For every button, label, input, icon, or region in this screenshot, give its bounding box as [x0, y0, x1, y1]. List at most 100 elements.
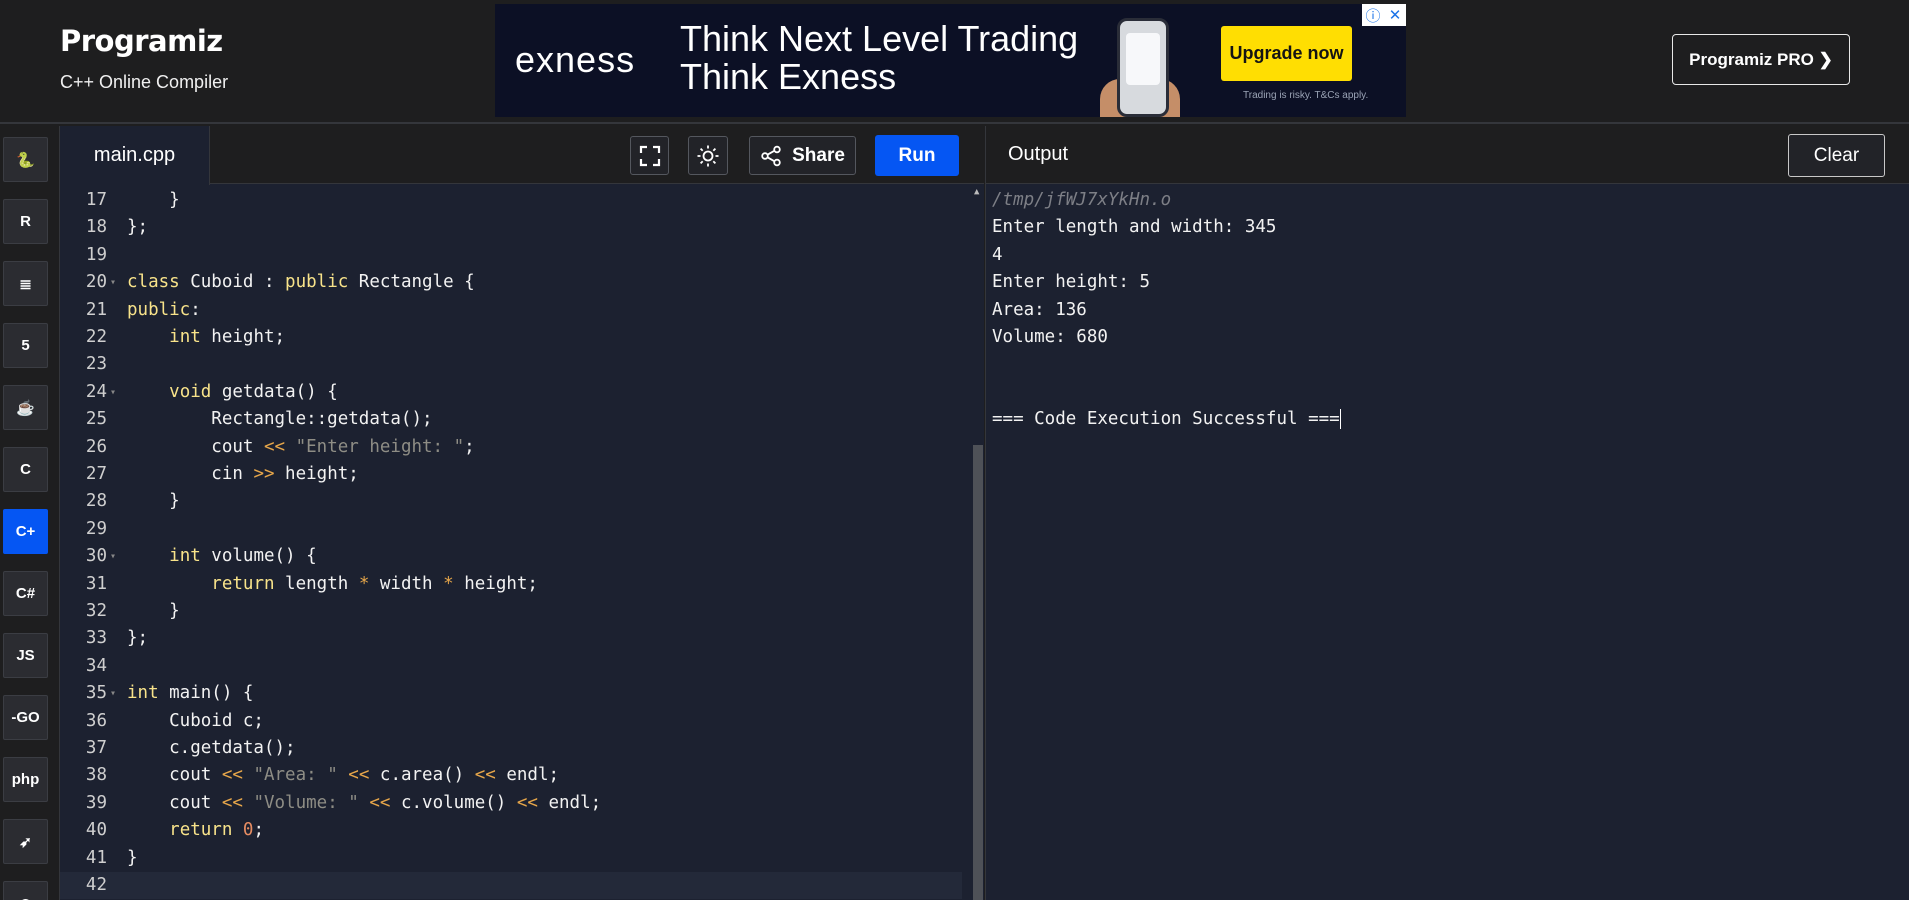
code-line[interactable]: 36 Cuboid c;: [60, 708, 960, 735]
fullscreen-button[interactable]: [630, 136, 669, 175]
code-text: }: [127, 190, 180, 210]
code-line[interactable]: 37 c.getdata();: [60, 735, 960, 762]
code-line[interactable]: 19: [60, 242, 960, 269]
scroll-up-arrow-icon[interactable]: ▲: [974, 187, 979, 197]
language-go-button[interactable]: -GO: [3, 695, 48, 740]
code-line[interactable]: 32 }: [60, 598, 960, 625]
output-line: Volume: 680: [992, 327, 1108, 347]
code-text: cout << "Enter height: ";: [127, 436, 475, 457]
code-line[interactable]: 29: [60, 516, 960, 543]
code-line[interactable]: 40 return 0;: [60, 817, 960, 844]
output-binary-path: /tmp/jfWJ7xYkHn.o: [992, 190, 1172, 210]
share-icon: [761, 145, 781, 166]
line-number: 30: [85, 546, 107, 567]
code-text: }: [127, 491, 180, 512]
code-area[interactable]: ▲ 17 } 18}; 19 20 ▾ class Cuboid : public Rec…: [60, 185, 984, 900]
code-line[interactable]: 31 return length * width * height;: [60, 571, 960, 598]
code-line[interactable]: 23: [60, 351, 960, 378]
line-number: 24: [85, 381, 107, 402]
language-csharp-button[interactable]: C#: [3, 571, 48, 616]
ad-headline-1: Think Next Level Trading: [680, 18, 1079, 59]
fold-toggle-icon[interactable]: ▾: [110, 379, 116, 406]
language-c-button[interactable]: C: [3, 447, 48, 492]
code-line[interactable]: 38 cout << "Area: " << c.area() << endl;: [60, 762, 960, 789]
code-text: int height;: [169, 327, 286, 347]
java-icon: ☕: [16, 399, 35, 417]
language-php-button[interactable]: php: [3, 757, 48, 802]
line-number: 33: [85, 628, 107, 649]
code-line[interactable]: 35 ▾ int main() {: [60, 680, 960, 707]
fullscreen-icon: [639, 145, 660, 166]
line-number: 26: [85, 436, 107, 457]
output-line: === Code Execution Successful ===: [992, 409, 1341, 430]
csharp-icon: C#: [15, 585, 36, 602]
share-button[interactable]: Share: [749, 136, 856, 175]
code-text: };: [127, 217, 149, 238]
ad-info-icon[interactable]: ⓘ: [1362, 4, 1384, 26]
code-line[interactable]: 33};: [60, 625, 960, 652]
line-number: 27: [85, 464, 107, 484]
language-java-button[interactable]: ☕: [3, 385, 48, 430]
code-text: class Cuboid : public Rectangle {: [127, 272, 475, 293]
advertisement-banner[interactable]: exness Think Next Level Trading Think Ex…: [495, 4, 1406, 117]
fold-toggle-icon[interactable]: ▾: [110, 269, 116, 296]
output-title: Output: [1008, 143, 1069, 165]
code-line[interactable]: 26 cout << "Enter height: ";: [60, 434, 960, 461]
fold-toggle-icon[interactable]: ▾: [110, 680, 116, 707]
language-sql-button[interactable]: ≣: [3, 261, 48, 306]
output-line: Enter length and width: 345: [992, 217, 1277, 238]
code-line[interactable]: 28 }: [60, 488, 960, 515]
code-line[interactable]: 39 cout << "Volume: " << c.volume() << e…: [60, 790, 960, 817]
cpp-icon: C+: [15, 523, 36, 540]
line-number: 35: [85, 683, 107, 704]
theme-toggle-button[interactable]: [688, 136, 728, 175]
line-number: 37: [85, 738, 107, 758]
ad-upgrade-button[interactable]: Upgrade now: [1221, 26, 1352, 81]
code-line[interactable]: 34: [60, 653, 960, 680]
code-text: c.getdata();: [127, 738, 296, 758]
ad-headline-2: Think Exness: [680, 56, 897, 97]
code-line[interactable]: 30 ▾ int volume() {: [60, 543, 960, 570]
line-number: 40: [85, 820, 107, 841]
code-text: Rectangle::getdata();: [127, 409, 433, 430]
code-line[interactable]: 21 public:: [60, 297, 960, 324]
file-tab-main-cpp[interactable]: main.cpp: [60, 126, 210, 185]
code-line[interactable]: 25 Rectangle::getdata();: [60, 406, 960, 433]
ad-phone-image: [1117, 18, 1169, 117]
language-html-button[interactable]: 5: [3, 323, 48, 368]
run-button[interactable]: Run: [875, 135, 959, 176]
language-python-button[interactable]: 🐍: [3, 137, 48, 182]
html-icon: 5: [21, 337, 30, 354]
compiler-subtitle: C++ Online Compiler: [60, 72, 229, 92]
programiz-logo[interactable]: Programiz: [60, 24, 223, 58]
clear-button[interactable]: Clear: [1788, 134, 1885, 177]
line-number: 31: [85, 573, 107, 594]
output-toolbar: Output Clear: [986, 126, 1909, 184]
fold-toggle-icon[interactable]: ▾: [110, 543, 116, 570]
code-text: cout << "Volume: " << c.volume() << endl…: [127, 792, 602, 813]
language-swift-button[interactable]: ➶: [3, 819, 48, 864]
code-line[interactable]: 27 cin >> height;: [60, 461, 960, 488]
line-number: 18: [85, 217, 107, 238]
ad-close-icon[interactable]: ✕: [1384, 4, 1406, 26]
code-line[interactable]: 42: [60, 872, 962, 900]
share-label: Share: [792, 144, 845, 166]
code-line[interactable]: 18};: [60, 214, 960, 241]
code-line[interactable]: 22 int height;: [60, 324, 960, 351]
top-header: Programiz C++ Online Compiler exness Thi…: [0, 0, 1909, 124]
code-text: }: [127, 847, 138, 868]
code-line[interactable]: 20 ▾ class Cuboid : public Rectangle {: [60, 269, 960, 296]
language-javascript-button[interactable]: JS: [3, 633, 48, 678]
code-line[interactable]: 24 ▾ void getdata() {: [60, 379, 960, 406]
code-line[interactable]: 17 }: [60, 187, 960, 214]
language-r-button[interactable]: R: [3, 199, 48, 244]
editor-scrollbar-thumb[interactable]: [973, 445, 983, 900]
code-text: return 0;: [169, 820, 265, 841]
line-number: 42: [85, 875, 107, 895]
programiz-pro-button[interactable]: Programiz PRO ❯: [1672, 34, 1850, 85]
code-line[interactable]: 41}: [60, 845, 960, 872]
language-more-button[interactable]: ◎: [3, 881, 48, 900]
language-cpp-button[interactable]: C+: [3, 509, 48, 554]
r-icon: R: [20, 213, 31, 230]
code-text: cin >> height;: [127, 464, 359, 484]
